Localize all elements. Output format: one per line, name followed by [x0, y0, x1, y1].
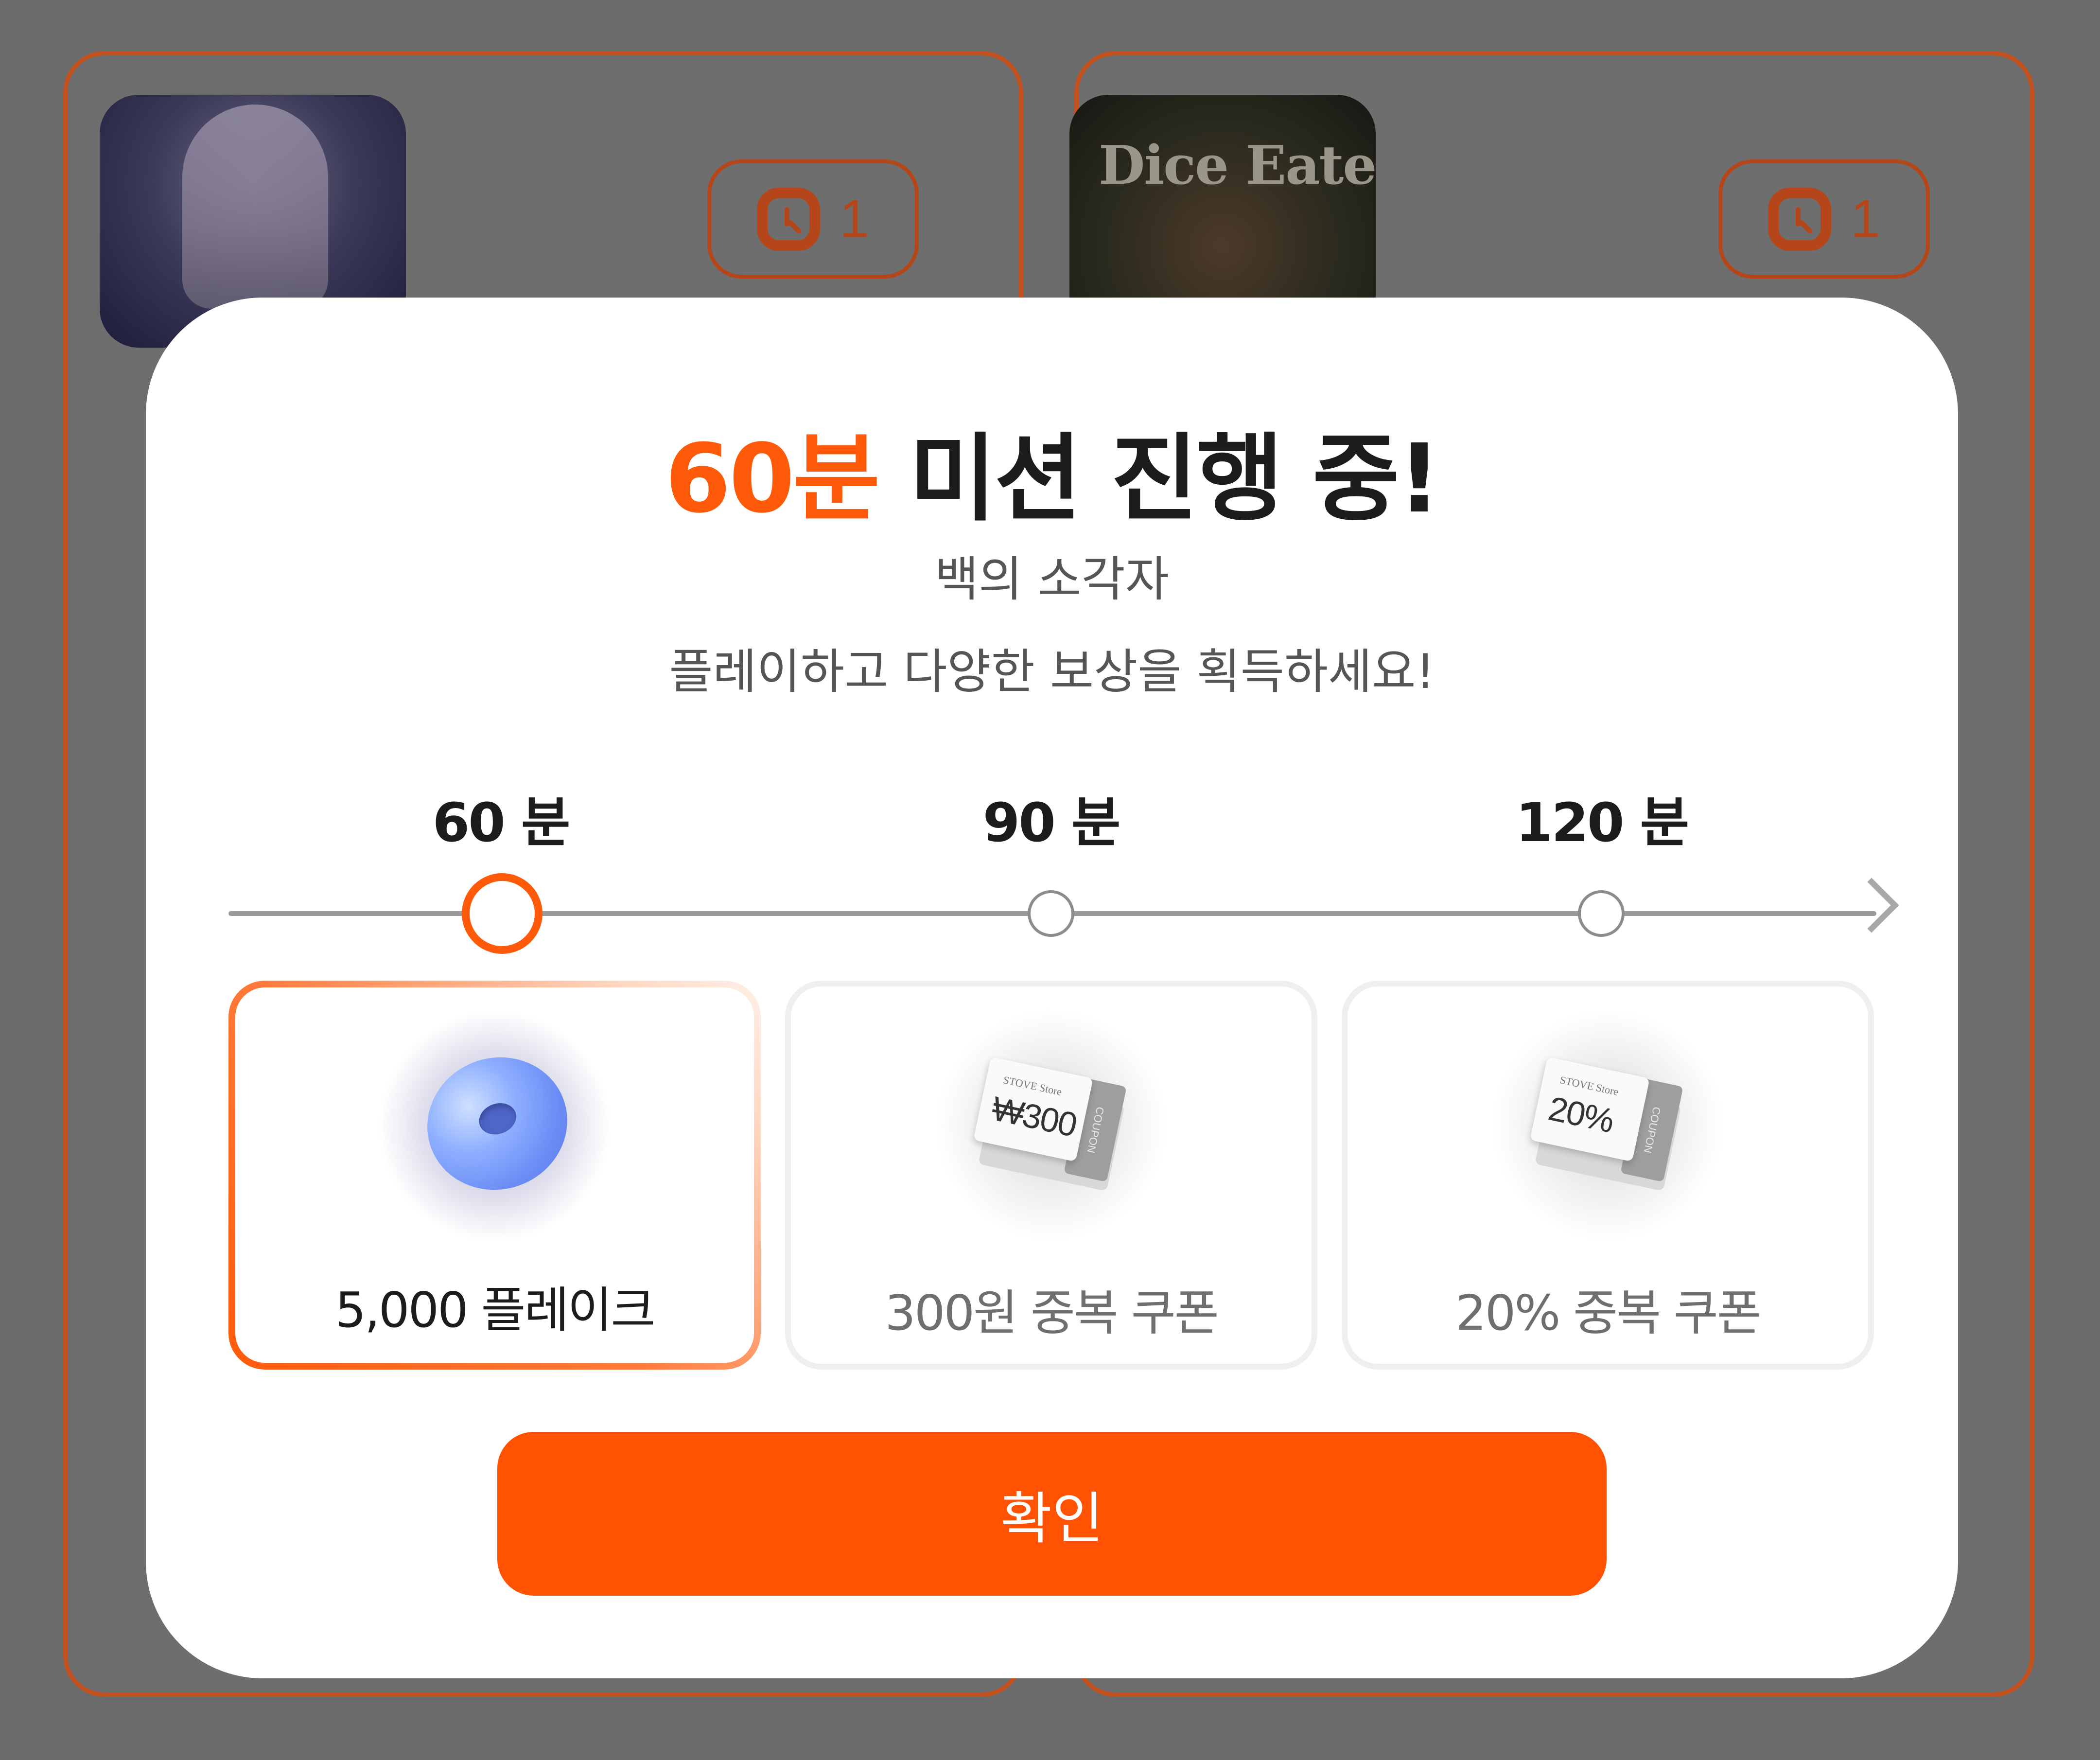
- chevron-right-icon: [1844, 878, 1899, 933]
- reward-glow: [378, 1009, 612, 1243]
- timer-count: 1: [839, 189, 870, 249]
- milestone-dot-90: [1028, 890, 1074, 937]
- coupon-icon: COUPON STOVE Store 20%: [1529, 1056, 1683, 1192]
- milestone-label-60: 60 분: [432, 792, 571, 854]
- mission-modal: 60분 미션 진행 중! 백의 소각자 플레이하고 다양한 보상을 획득하세요!…: [146, 298, 1958, 1678]
- coupon-value: 20%: [1545, 1089, 1617, 1140]
- character-portrait: [182, 105, 328, 309]
- reward-glow: COUPON STOVE Store ₩300: [934, 1008, 1168, 1242]
- donut-hole: [474, 1098, 521, 1140]
- title-accent: 60분: [665, 423, 880, 534]
- reward-label: 300원 중복 쿠폰: [885, 1285, 1219, 1341]
- game-name: 백의 소각자: [935, 552, 1169, 607]
- reward-card-plake: 5,000 플레이크: [228, 981, 761, 1370]
- clock-icon: [1768, 187, 1831, 251]
- milestone-dot-120: [1578, 890, 1625, 937]
- coupon-stub-text: COUPON: [1084, 1106, 1106, 1154]
- milestone-dot-60: [462, 873, 542, 954]
- reward-card-coupon-20: COUPON STOVE Store 20% 20% 중복 쿠폰: [1342, 981, 1874, 1370]
- coupon-icon: COUPON STOVE Store ₩300: [973, 1056, 1127, 1192]
- confirm-button[interactable]: 확인: [497, 1432, 1607, 1596]
- reward-card-coupon-300: COUPON STOVE Store ₩300 300원 중복 쿠폰: [785, 981, 1317, 1370]
- reward-label: 20% 중복 쿠폰: [1455, 1285, 1762, 1341]
- modal-title: 60분 미션 진행 중!: [146, 402, 1958, 539]
- reward-label: 5,000 플레이크: [335, 1282, 655, 1338]
- timer-badge-right: 1: [1718, 159, 1930, 279]
- clock-icon: [756, 187, 820, 251]
- title-rest: 미션 진행 중!: [878, 423, 1441, 534]
- mission-description: 플레이하고 다양한 보상을 획득하세요!: [669, 644, 1435, 700]
- reward-glow: COUPON STOVE Store 20%: [1491, 1008, 1725, 1242]
- game-logo-text: Dice Eater: [1099, 134, 1376, 196]
- donut-icon: [408, 1038, 586, 1210]
- timer-count: 1: [1850, 189, 1881, 249]
- coupon-value: ₩300: [988, 1089, 1080, 1144]
- milestone-label-120: 120 분: [1515, 792, 1689, 854]
- timer-badge-left: 1: [707, 159, 919, 279]
- coupon-stub-text: COUPON: [1641, 1106, 1663, 1154]
- milestone-label-90: 90 분: [982, 792, 1121, 854]
